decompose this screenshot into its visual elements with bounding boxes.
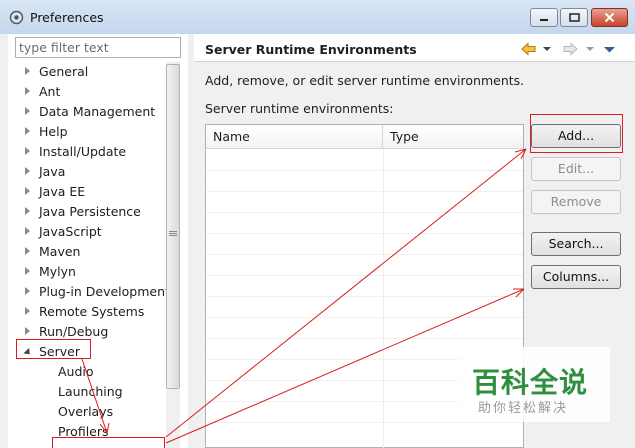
watermark-title: 百科全说 <box>472 366 589 399</box>
watermark-subtitle: 助你轻松解决 <box>478 401 569 416</box>
